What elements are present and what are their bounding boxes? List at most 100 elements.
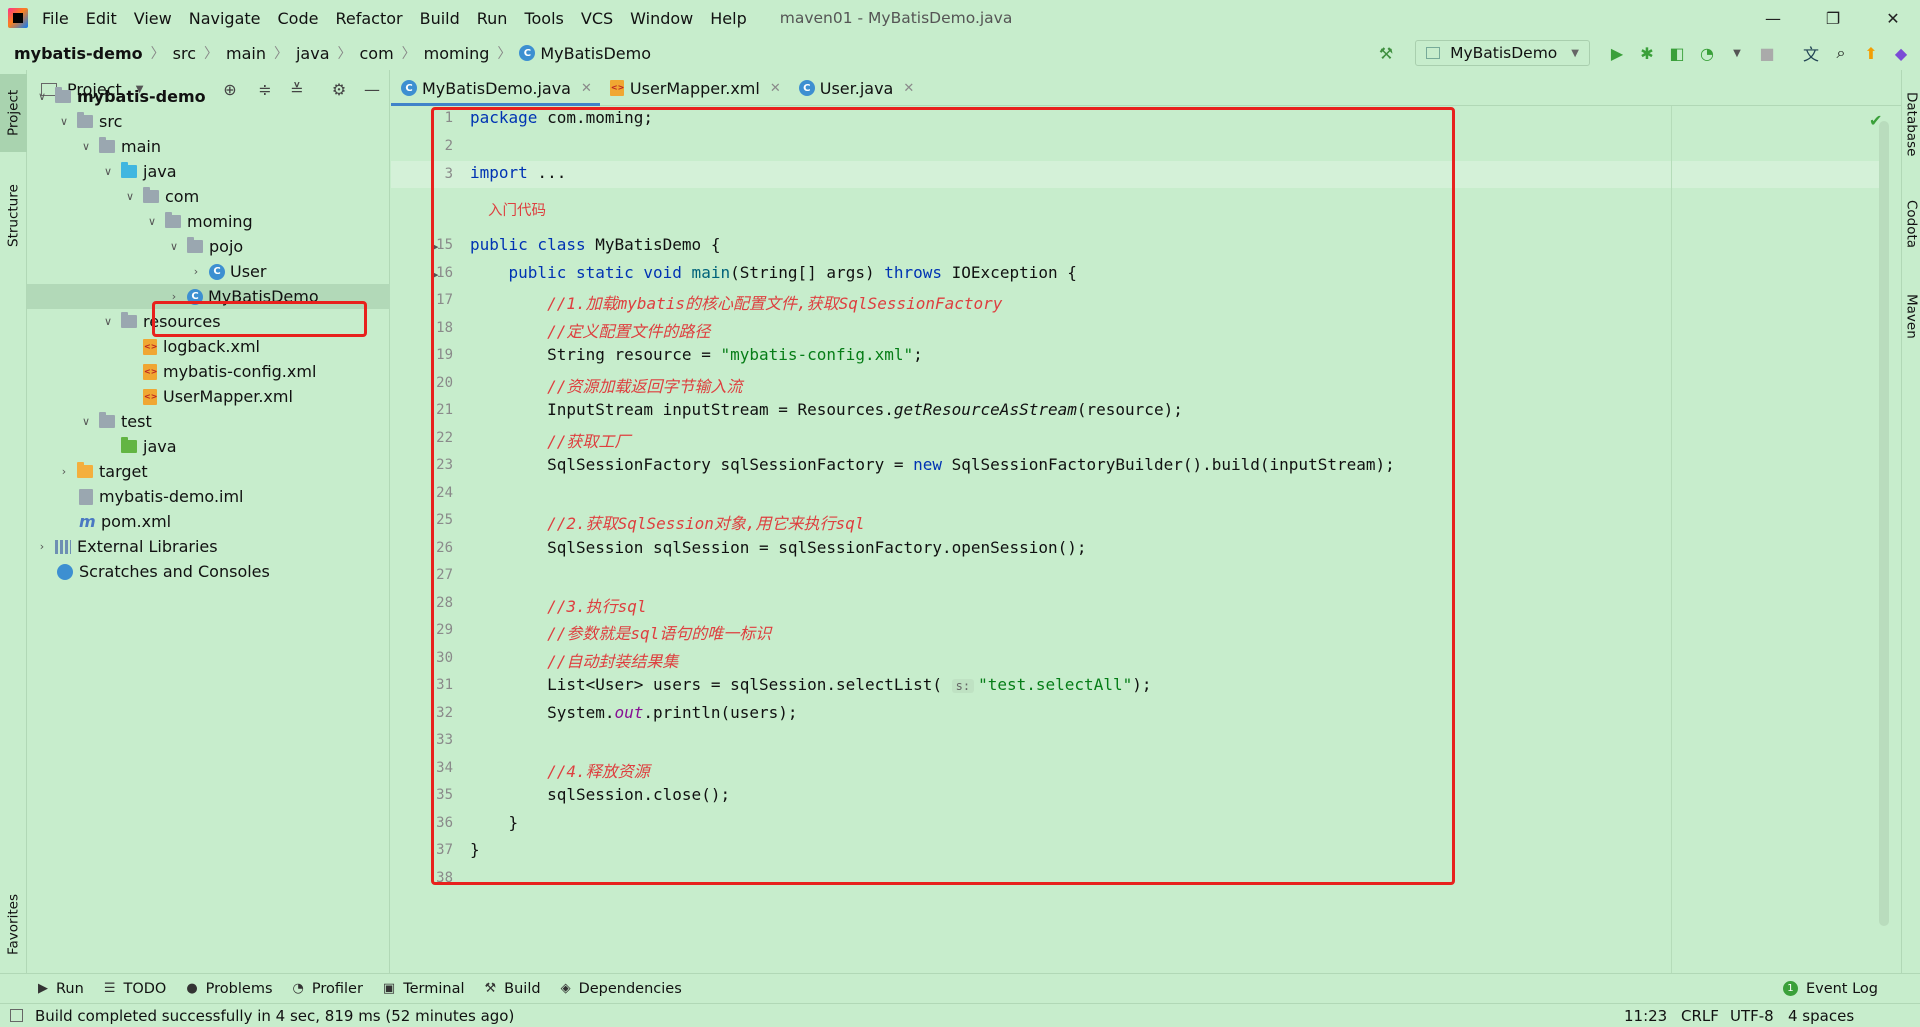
build-tool-button[interactable]: ⚒ Build — [485, 981, 541, 997]
tree-item-pojo[interactable]: ∨ pojo — [27, 234, 390, 259]
stop-icon[interactable]: ■ — [1756, 42, 1778, 64]
minimize-button[interactable]: — — [1750, 0, 1796, 36]
menu-help[interactable]: Help — [710, 9, 746, 28]
chevron-down-icon[interactable]: ∨ — [167, 240, 181, 253]
chevron-down-icon[interactable]: ∨ — [145, 215, 159, 228]
close-button[interactable]: ✕ — [1870, 0, 1916, 36]
tree-item-main[interactable]: ∨ main — [27, 134, 390, 159]
build-hammer-icon[interactable]: ⚒ — [1375, 42, 1397, 64]
menu-window[interactable]: Window — [630, 9, 693, 28]
tree-item-target[interactable]: › target — [27, 459, 390, 484]
tree-item-iml[interactable]: mybatis-demo.iml — [27, 484, 390, 509]
breadcrumb-project[interactable]: mybatis-demo — [14, 44, 143, 63]
chevron-right-icon[interactable]: › — [189, 265, 203, 278]
run-gutter-icon[interactable]: ▸ — [433, 268, 443, 281]
menu-navigate[interactable]: Navigate — [189, 9, 261, 28]
run-icon[interactable]: ▶ — [1606, 42, 1628, 64]
close-icon[interactable]: ✕ — [581, 81, 592, 96]
tree-item-resources[interactable]: ∨ resources — [27, 309, 390, 334]
jetbrains-icon[interactable]: ◆ — [1890, 42, 1912, 64]
tree-item-pom-xml[interactable]: m pom.xml — [27, 509, 390, 534]
close-icon[interactable]: ✕ — [903, 81, 914, 96]
line-number-gutter[interactable]: 1 2 3 15 16 17 18 19 20 21 22 23 24 25 2… — [391, 106, 463, 973]
breadcrumb-main[interactable]: main — [226, 44, 266, 63]
editor-scrollbar[interactable] — [1879, 121, 1889, 926]
tab-mybatisdemo-java[interactable]: C MyBatisDemo.java ✕ — [391, 71, 600, 106]
indent-setting[interactable]: 4 spaces — [1788, 1004, 1854, 1027]
restore-button[interactable]: ❐ — [1810, 0, 1856, 36]
file-encoding[interactable]: UTF-8 — [1730, 1004, 1774, 1027]
chevron-down-icon[interactable]: ∨ — [101, 315, 115, 328]
menu-file[interactable]: File — [42, 9, 69, 28]
tree-item-moming[interactable]: ∨ moming — [27, 209, 390, 234]
problems-tool-button[interactable]: ● Problems — [186, 981, 272, 997]
tree-item-user[interactable]: › C User — [27, 259, 390, 284]
tree-item-external-libraries[interactable]: › External Libraries — [27, 534, 390, 559]
status-message[interactable]: Build completed successfully in 4 sec, 8… — [35, 1007, 514, 1025]
menu-view[interactable]: View — [134, 9, 172, 28]
tree-item-com[interactable]: ∨ com — [27, 184, 390, 209]
tab-usermapper-xml[interactable]: UserMapper.xml ✕ — [600, 71, 789, 105]
toggle-tool-windows-icon[interactable] — [10, 1009, 23, 1022]
todo-tool-button[interactable]: ☰ TODO — [104, 981, 167, 997]
database-tool-tab[interactable]: Database — [1902, 84, 1920, 164]
more-run-options-icon[interactable]: ▼ — [1726, 42, 1748, 64]
tree-item-mybatis-demo[interactable]: ∨ mybatis-demo — [27, 84, 390, 109]
run-configuration-select[interactable]: MyBatisDemo ▼ — [1415, 40, 1590, 66]
code-line-34: //4.释放资源 — [470, 762, 650, 781]
chevron-right-icon[interactable]: › — [57, 465, 71, 478]
run-gutter-icon[interactable]: ▸ — [433, 240, 443, 253]
tab-user-java[interactable]: C User.java ✕ — [789, 71, 923, 105]
tree-item-mybatis-config-xml[interactable]: mybatis-config.xml — [27, 359, 390, 384]
maven-tool-tab[interactable]: Maven — [1902, 282, 1920, 350]
profile-icon[interactable]: ◔ — [1696, 42, 1718, 64]
menu-tools[interactable]: Tools — [524, 9, 563, 28]
tree-item-src[interactable]: ∨ src — [27, 109, 390, 134]
chevron-right-icon[interactable]: › — [167, 290, 181, 303]
chevron-down-icon[interactable]: ∨ — [101, 165, 115, 178]
tree-item-java[interactable]: ∨ java — [27, 159, 390, 184]
terminal-tool-button[interactable]: ▣ Terminal — [383, 981, 465, 997]
update-icon[interactable]: ⬆ — [1860, 42, 1882, 64]
breadcrumb-java[interactable]: java — [296, 44, 330, 63]
breadcrumb-moming[interactable]: moming — [424, 44, 490, 63]
tree-item-test[interactable]: ∨ test — [27, 409, 390, 434]
chevron-down-icon[interactable]: ∨ — [57, 115, 71, 128]
chevron-down-icon[interactable]: ∨ — [35, 90, 49, 103]
code-editor[interactable]: 1 2 3 15 16 17 18 19 20 21 22 23 24 25 2… — [391, 106, 1901, 973]
menu-build[interactable]: Build — [420, 9, 460, 28]
run-tool-button[interactable]: ▶ Run — [38, 981, 84, 997]
codota-tool-tab[interactable]: Codota — [1902, 188, 1920, 260]
breadcrumb-com[interactable]: com — [360, 44, 394, 63]
coverage-icon[interactable]: ◧ — [1666, 42, 1688, 64]
menu-vcs[interactable]: VCS — [581, 9, 613, 28]
chevron-down-icon[interactable]: ∨ — [123, 190, 137, 203]
tree-item-label: moming — [187, 212, 253, 231]
menu-code[interactable]: Code — [278, 9, 319, 28]
search-icon[interactable]: ⌕ — [1830, 42, 1852, 64]
menu-edit[interactable]: Edit — [86, 9, 117, 28]
chevron-down-icon[interactable]: ∨ — [79, 140, 93, 153]
close-icon[interactable]: ✕ — [770, 81, 781, 96]
tree-item-usermapper-xml[interactable]: UserMapper.xml — [27, 384, 390, 409]
translate-icon[interactable]: 文 — [1800, 42, 1822, 64]
caret-position[interactable]: 11:23 — [1624, 1004, 1667, 1027]
chevron-down-icon[interactable]: ∨ — [79, 415, 93, 428]
tree-item-logback-xml[interactable]: logback.xml — [27, 334, 390, 359]
tree-item-scratches[interactable]: Scratches and Consoles — [27, 559, 390, 584]
breadcrumb-src[interactable]: src — [173, 44, 196, 63]
menu-run[interactable]: Run — [477, 9, 508, 28]
debug-icon[interactable]: ✱ — [1636, 42, 1658, 64]
chevron-right-icon[interactable]: › — [35, 540, 49, 553]
profiler-tool-button[interactable]: ◔ Profiler — [293, 981, 363, 997]
favorites-tool-tab[interactable]: Favorites — [0, 880, 27, 970]
project-tool-tab[interactable]: Project — [0, 74, 27, 152]
event-log-button[interactable]: 1 Event Log — [1782, 981, 1878, 997]
dependencies-tool-button[interactable]: ◈ Dependencies — [561, 981, 682, 997]
line-separator[interactable]: CRLF — [1681, 1004, 1719, 1027]
breadcrumb-mybatisdemo[interactable]: C MyBatisDemo — [519, 44, 651, 63]
menu-refactor[interactable]: Refactor — [335, 9, 402, 28]
structure-tool-tab[interactable]: Structure — [0, 170, 27, 262]
tree-item-test-java[interactable]: java — [27, 434, 390, 459]
tree-item-mybatisdemo[interactable]: › C MyBatisDemo — [27, 284, 390, 309]
